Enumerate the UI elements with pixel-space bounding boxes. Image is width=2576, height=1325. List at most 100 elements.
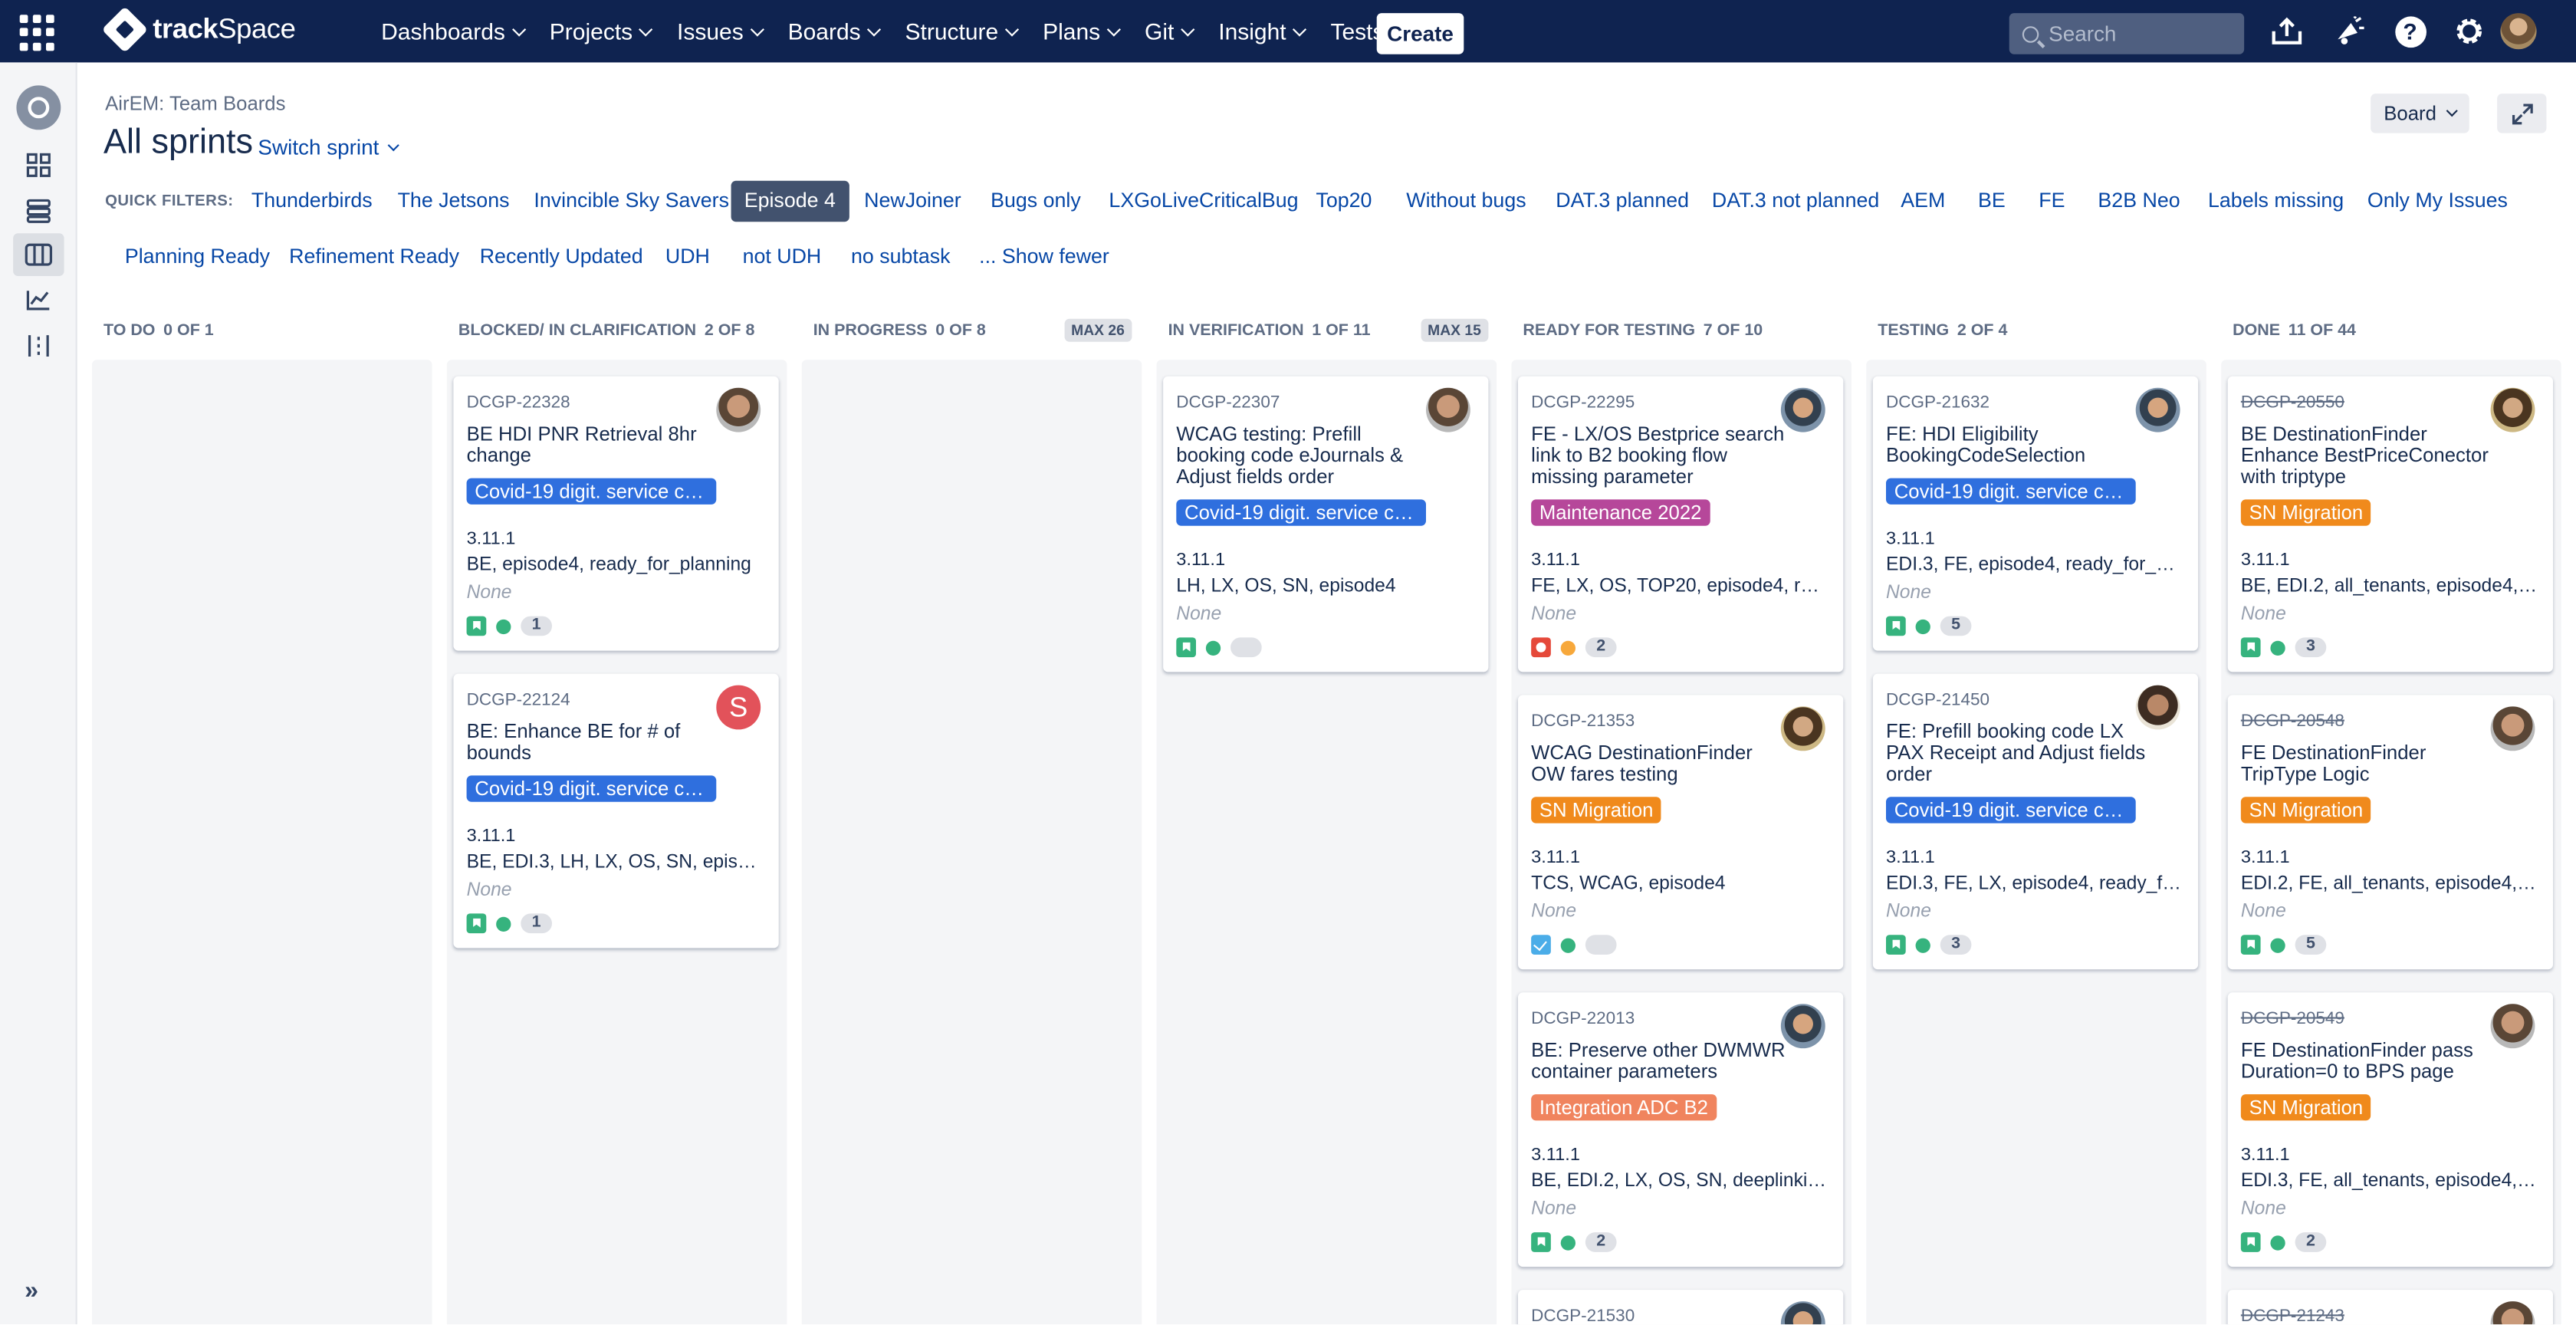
menu-structure[interactable]: Structure bbox=[892, 18, 1030, 44]
assignee-avatar[interactable] bbox=[2135, 685, 2180, 730]
show-fewer-filters-link[interactable]: ... Show fewer bbox=[969, 237, 1119, 278]
switch-sprint-button[interactable]: Switch sprint bbox=[258, 135, 399, 159]
filter-not-udh[interactable]: not UDH bbox=[733, 237, 831, 278]
chevron-down-icon bbox=[749, 21, 764, 36]
filter-the-jetsons[interactable]: The Jetsons bbox=[388, 181, 520, 222]
board-icon[interactable] bbox=[13, 233, 64, 276]
epic-label: Covid-19 digit. service cen... bbox=[1886, 478, 2136, 505]
menu-boards[interactable]: Boards bbox=[774, 18, 892, 44]
column-header-ready-for-testing: READY FOR TESTING 7 OF 10 bbox=[1523, 322, 1763, 340]
project-avatar[interactable] bbox=[16, 85, 61, 130]
story-points-badge: 2 bbox=[2295, 1232, 2327, 1252]
fix-version: 3.11.1 bbox=[466, 826, 516, 847]
filter-no-subtask[interactable]: no subtask bbox=[841, 237, 960, 278]
story-icon bbox=[1531, 1232, 1551, 1252]
assignee-avatar[interactable] bbox=[2490, 706, 2535, 751]
issue-labels: TCS, WCAG, episode4 bbox=[1531, 874, 1726, 894]
backlog-icon[interactable] bbox=[13, 189, 64, 232]
filter-refinement-ready[interactable]: Refinement Ready bbox=[279, 237, 469, 278]
menu-git[interactable]: Git bbox=[1132, 18, 1205, 44]
assignee-avatar[interactable]: S bbox=[716, 685, 761, 730]
filter-labels-missing[interactable]: Labels missing bbox=[2198, 181, 2354, 222]
issue-card[interactable]: DCGP-21450 FE: Prefill booking code LX P… bbox=[1872, 673, 2199, 970]
filter-invincible-sky-savers[interactable]: Invincible Sky Savers bbox=[524, 181, 739, 222]
breadcrumb[interactable]: AirEM: Team Boards bbox=[105, 92, 285, 115]
assignee-avatar[interactable] bbox=[2490, 387, 2535, 432]
settings-gear-icon[interactable] bbox=[2451, 13, 2487, 49]
menu-issues[interactable]: Issues bbox=[664, 18, 775, 44]
filter-top20[interactable]: Top20 bbox=[1306, 181, 1382, 222]
roadmap-icon[interactable] bbox=[13, 143, 64, 186]
issue-card[interactable]: DCGP-20549 FE DestinationFinder pass Dur… bbox=[2227, 992, 2553, 1267]
issue-card[interactable]: DCGP-20548 FE DestinationFinder TripType… bbox=[2227, 695, 2553, 970]
brand-logo[interactable]: trackSpace bbox=[101, 6, 296, 53]
column-in-progress[interactable] bbox=[801, 360, 1142, 1325]
expand-sidebar-icon[interactable]: » bbox=[25, 1277, 38, 1304]
search-box[interactable] bbox=[2009, 13, 2245, 54]
filter-fe[interactable]: FE bbox=[2029, 181, 2075, 222]
help-icon[interactable]: ? bbox=[2392, 13, 2428, 49]
issue-labels: EDI.2, FE, all_tenants, episode4, re... bbox=[2240, 874, 2538, 894]
column-header-blocked: BLOCKED/ IN CLARIFICATION 2 OF 8 bbox=[458, 322, 755, 340]
search-input[interactable] bbox=[2049, 21, 2229, 47]
menu-plans[interactable]: Plans bbox=[1030, 18, 1132, 44]
issue-card[interactable]: DCGP-21530 bbox=[1517, 1290, 1844, 1325]
filter-dat3-not-planned[interactable]: DAT.3 not planned bbox=[1702, 181, 1889, 222]
assignee-avatar[interactable] bbox=[2490, 1301, 2535, 1325]
filter-bugs-only[interactable]: Bugs only bbox=[981, 181, 1090, 222]
epic-label: Maintenance 2022 bbox=[1531, 499, 1710, 526]
assignee-avatar[interactable] bbox=[1780, 1004, 1825, 1049]
empty-field: None bbox=[1886, 583, 1931, 603]
empty-field: None bbox=[2240, 902, 2286, 922]
filter-lxgolivecriticalbug[interactable]: LXGoLiveCriticalBug bbox=[1099, 181, 1309, 222]
filter-recently-updated[interactable]: Recently Updated bbox=[470, 237, 653, 278]
issue-card[interactable]: DCGP-22328 BE HDI PNR Retrieval 8hr chan… bbox=[453, 376, 779, 651]
user-avatar[interactable] bbox=[2500, 13, 2537, 50]
column-to-do[interactable] bbox=[92, 360, 432, 1325]
filter-dat3-planned[interactable]: DAT.3 planned bbox=[1546, 181, 1698, 222]
assignee-avatar[interactable] bbox=[1780, 1301, 1825, 1325]
menu-insight[interactable]: Insight bbox=[1205, 18, 1317, 44]
assignee-avatar[interactable] bbox=[1780, 387, 1825, 432]
filter-planning-ready[interactable]: Planning Ready bbox=[115, 237, 280, 278]
filter-b2b-neo[interactable]: B2B Neo bbox=[2088, 181, 2190, 222]
fix-version: 3.11.1 bbox=[2240, 847, 2290, 868]
issue-card[interactable]: DCGP-22013 BE: Preserve other DWMWR cont… bbox=[1517, 992, 1844, 1267]
filter-udh[interactable]: UDH bbox=[656, 237, 720, 278]
notifications-icon[interactable] bbox=[2331, 13, 2367, 49]
assignee-avatar[interactable] bbox=[2135, 387, 2180, 432]
filter-aem[interactable]: AEM bbox=[1891, 181, 1955, 222]
issue-card[interactable]: DCGP-22295 FE - LX/OS Bestprice search l… bbox=[1517, 376, 1844, 672]
upload-icon[interactable] bbox=[2269, 13, 2305, 49]
assignee-avatar[interactable] bbox=[1426, 387, 1470, 432]
issue-labels: BE, EDI.3, LH, LX, OS, SN, episode... bbox=[466, 853, 764, 873]
assignee-avatar[interactable] bbox=[2490, 1004, 2535, 1049]
filter-episode-4[interactable]: Episode 4 bbox=[731, 180, 849, 222]
issue-card[interactable]: DCGP-20550 BE DestinationFinder Enhance … bbox=[2227, 376, 2553, 672]
board-view-dropdown[interactable]: Board bbox=[2371, 94, 2469, 133]
issue-card[interactable]: DCGP-22307 WCAG testing: Prefill booking… bbox=[1163, 376, 1489, 672]
reports-icon[interactable] bbox=[13, 278, 64, 321]
issue-card[interactable]: DCGP-21632 FE: HDI Eligibility BookingCo… bbox=[1872, 376, 2199, 651]
create-button[interactable]: Create bbox=[1376, 13, 1464, 54]
filter-only-my-issues[interactable]: Only My Issues bbox=[2358, 181, 2518, 222]
wip-limit-badge: MAX 26 bbox=[1064, 318, 1132, 342]
assignee-avatar[interactable] bbox=[716, 387, 761, 432]
menu-dashboards[interactable]: Dashboards bbox=[368, 18, 537, 44]
fullscreen-button[interactable] bbox=[2497, 94, 2547, 133]
filter-newjoiner[interactable]: NewJoiner bbox=[854, 181, 971, 222]
priority-icon bbox=[2270, 639, 2285, 655]
components-icon[interactable] bbox=[13, 324, 64, 367]
empty-field: None bbox=[1531, 604, 1577, 625]
menu-projects[interactable]: Projects bbox=[537, 18, 664, 44]
filter-thunderbirds[interactable]: Thunderbirds bbox=[242, 181, 383, 222]
app-switcher-icon[interactable] bbox=[19, 15, 56, 51]
filter-without-bugs[interactable]: Without bugs bbox=[1396, 181, 1536, 222]
search-icon bbox=[2022, 25, 2039, 42]
issue-card[interactable]: DCGP-21353 WCAG DestinationFinder OW far… bbox=[1517, 695, 1844, 970]
assignee-avatar[interactable] bbox=[1780, 706, 1825, 751]
issue-summary: FE: Prefill booking code LX PAX Receipt … bbox=[1886, 719, 2146, 786]
issue-card[interactable]: DCGP-21243 bbox=[2227, 1290, 2553, 1325]
filter-be[interactable]: BE bbox=[1968, 181, 2015, 222]
issue-card[interactable]: DCGP-22124 S BE: Enhance BE for # of bou… bbox=[453, 673, 779, 949]
